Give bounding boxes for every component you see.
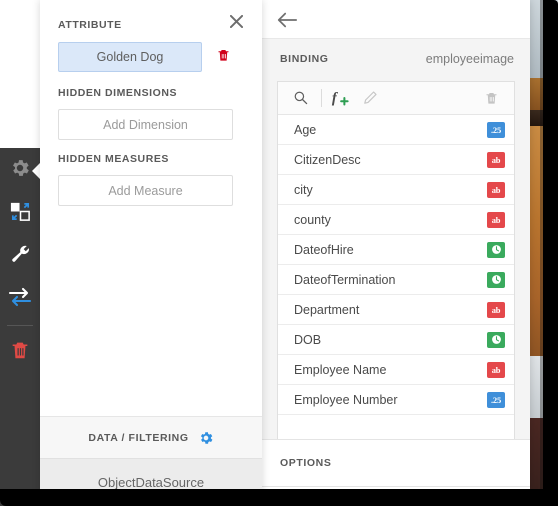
binding-panel: BINDING employeeimage f Age .25 CitizenD… [262, 0, 530, 492]
data-filtering-button[interactable]: DATA / FILTERING [40, 416, 262, 459]
attribute-delete-button[interactable] [216, 47, 231, 68]
binding-field-box: f Age .25 CitizenDesc ab city ab county ab Da [277, 81, 515, 458]
field-type-badge-text: ab [487, 301, 505, 318]
edit-pencil-icon [357, 85, 383, 111]
field-row[interactable]: Employee Number .25 [278, 385, 514, 415]
field-type-badge-text: ab [487, 211, 505, 228]
rail-item-tools[interactable] [0, 238, 40, 275]
field-row[interactable]: DateofTermination [278, 265, 514, 295]
hidden-dimensions-heading: HIDDEN DIMENSIONS [58, 87, 178, 99]
back-arrow-icon[interactable] [276, 9, 300, 31]
field-row[interactable]: DOB [278, 325, 514, 355]
wrench-icon [9, 243, 31, 270]
options-label: OPTIONS [280, 457, 332, 469]
binding-value: employeeimage [425, 52, 514, 66]
field-type-badge-number: .25 [487, 391, 505, 408]
window-frame-right [543, 0, 558, 506]
swap-arrows-icon [8, 287, 32, 312]
close-button[interactable] [225, 10, 247, 32]
attribute-panel-body: ATTRIBUTE Golden Dog HIDDEN DIMENSIONS A… [40, 0, 262, 418]
binding-field-list[interactable]: Age .25 CitizenDesc ab city ab county ab DateofH… [278, 115, 514, 457]
field-name: DateofHire [294, 242, 354, 257]
add-dimension-button[interactable]: Add Dimension [58, 109, 233, 140]
field-type-badge-date [487, 241, 505, 258]
rail-item-layout[interactable] [0, 195, 40, 232]
layout-icon [9, 200, 32, 228]
gear-icon [198, 430, 214, 446]
field-type-badge-text: ab [487, 151, 505, 168]
field-name: DOB [294, 332, 322, 347]
field-name: CitizenDesc [294, 152, 361, 167]
rail-item-settings[interactable] [0, 152, 41, 189]
field-row[interactable]: CitizenDesc ab [278, 145, 514, 175]
page-background [0, 0, 40, 148]
hidden-measures-heading: HIDDEN MEASURES [58, 153, 169, 165]
field-name: county [294, 212, 331, 227]
search-icon[interactable] [288, 85, 314, 111]
field-type-badge-text: ab [487, 361, 505, 378]
field-name: Employee Number [294, 392, 398, 407]
toolbar-divider [321, 89, 322, 107]
svg-text:f: f [332, 91, 339, 107]
field-name: Age [294, 122, 317, 137]
field-row[interactable]: Employee Name ab [278, 355, 514, 385]
field-type-badge-number: .25 [487, 121, 505, 138]
field-name: DateofTermination [294, 272, 396, 287]
data-filtering-label: DATA / FILTERING [88, 431, 189, 444]
delete-trash-icon [478, 85, 504, 111]
field-type-badge-date [487, 271, 505, 288]
field-name: Department [294, 302, 360, 317]
rail-divider [7, 325, 33, 326]
datasource-label: ObjectDataSource [97, 475, 205, 490]
attribute-chip-row: Golden Dog [58, 42, 244, 72]
options-section[interactable]: OPTIONS [262, 439, 530, 487]
binding-toolbar: f [278, 82, 514, 115]
attribute-chip[interactable]: Golden Dog [58, 42, 202, 72]
attribute-panel: ATTRIBUTE Golden Dog HIDDEN DIMENSIONS A… [40, 0, 262, 506]
field-type-badge-text: ab [487, 181, 505, 198]
rail-item-delete[interactable] [0, 334, 40, 371]
binding-topbar [262, 0, 530, 39]
add-measure-button[interactable]: Add Measure [58, 175, 233, 206]
rail-item-swap[interactable] [0, 281, 40, 318]
field-row[interactable]: Age .25 [278, 115, 514, 145]
trash-icon [9, 339, 31, 366]
gear-icon [9, 157, 31, 184]
field-name: city [294, 182, 313, 197]
field-row[interactable]: DateofHire [278, 235, 514, 265]
window-frame-bottom [0, 489, 558, 506]
field-row[interactable]: Department ab [278, 295, 514, 325]
binding-label: BINDING [280, 53, 329, 65]
attribute-heading: ATTRIBUTE [58, 19, 122, 31]
field-type-badge-date [487, 331, 505, 348]
field-row[interactable]: county ab [278, 205, 514, 235]
binding-header-row: BINDING employeeimage [262, 47, 530, 71]
field-row[interactable]: city ab [278, 175, 514, 205]
field-name: Employee Name [294, 362, 387, 377]
icon-rail [0, 148, 41, 506]
add-function-icon[interactable]: f [329, 85, 357, 111]
trash-icon [216, 47, 231, 68]
